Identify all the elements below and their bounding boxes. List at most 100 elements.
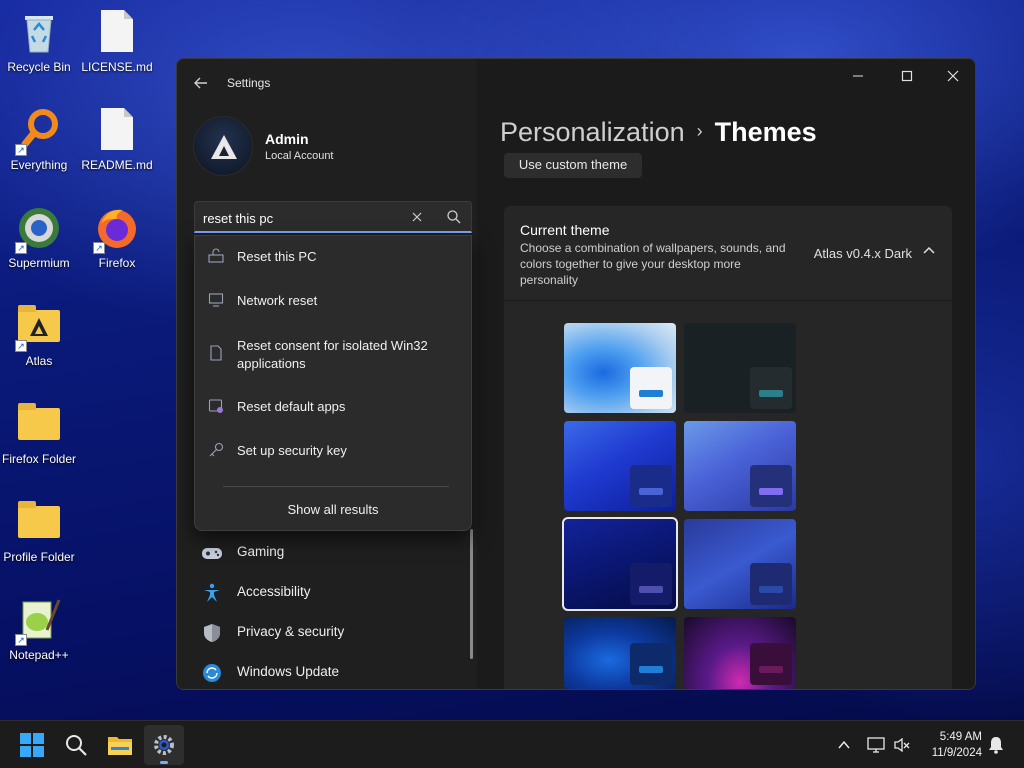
- search-suggestions: Reset this PC Network reset Reset consen…: [194, 235, 472, 531]
- document-icon: [210, 345, 222, 361]
- desktop-icon-label: Firefox Folder: [1, 452, 77, 466]
- start-icon: [20, 733, 44, 757]
- gamepad-icon: [202, 548, 222, 559]
- windows-update-icon: [203, 664, 221, 682]
- taskbar: 5:49 AM 11/9/2024: [0, 720, 1024, 768]
- desktop-icon-readme[interactable]: README.md: [78, 106, 156, 172]
- desktop-icon-label: Notepad++: [9, 648, 69, 662]
- window-title: Settings: [227, 76, 271, 90]
- document-icon: [93, 8, 141, 56]
- taskbar-search-button[interactable]: [56, 725, 96, 765]
- back-button[interactable]: [191, 73, 211, 93]
- theme-thumbnail[interactable]: [564, 617, 676, 689]
- shortcut-arrow-icon: ↗: [15, 144, 27, 156]
- search-icon: [66, 735, 87, 756]
- chevron-up-icon[interactable]: [834, 735, 854, 755]
- desktop-icon-label: Profile Folder: [3, 550, 75, 564]
- desktop-icon-everything[interactable]: ↗ Everything: [0, 106, 78, 172]
- desktop-icon-atlas[interactable]: ↗ Atlas: [0, 302, 78, 368]
- theme-thumbnail[interactable]: [684, 617, 796, 689]
- network-icon[interactable]: [866, 735, 886, 755]
- desktop-icon-firefox[interactable]: ↗ Firefox: [78, 204, 156, 270]
- atlas-folder-icon: ↗: [15, 302, 63, 352]
- settings-search-box: [194, 201, 472, 233]
- settings-search-input[interactable]: [203, 208, 403, 228]
- reset-pc-icon: [208, 248, 224, 263]
- sidebar-item-label: Gaming: [237, 544, 285, 559]
- desktop-icon-recycle-bin[interactable]: Recycle Bin: [0, 8, 78, 74]
- desktop-icon-label: Atlas: [25, 354, 53, 368]
- scrollbar[interactable]: [470, 529, 473, 659]
- default-apps-icon: [208, 399, 223, 413]
- desktop-icon-notepad-plus-plus[interactable]: ↗ Notepad++: [0, 596, 78, 662]
- theme-thumbnail[interactable]: [684, 421, 796, 511]
- desktop-icon-profile-folder[interactable]: Profile Folder: [0, 498, 78, 564]
- close-icon: [947, 70, 959, 82]
- sidebar-item-privacy-security[interactable]: Privacy & security: [201, 621, 461, 645]
- file-explorer-button[interactable]: [100, 725, 140, 765]
- theme-thumbnail[interactable]: [684, 519, 796, 609]
- notification-bell-icon[interactable]: [986, 735, 1006, 755]
- page-title: Themes: [714, 117, 817, 147]
- firefox-icon: ↗: [93, 204, 141, 254]
- theme-thumbnail[interactable]: [564, 323, 676, 413]
- shortcut-arrow-icon: ↗: [15, 634, 27, 646]
- taskbar-clock[interactable]: 5:49 AM 11/9/2024: [932, 729, 982, 761]
- shortcut-arrow-icon: ↗: [15, 242, 27, 254]
- desktop-icon-license[interactable]: LICENSE.md: [78, 8, 156, 74]
- chevron-up-icon[interactable]: [922, 244, 936, 258]
- desktop-icon-label: Everything: [10, 158, 68, 172]
- sidebar-item-label: Privacy & security: [237, 624, 345, 639]
- folder-icon: [15, 498, 63, 546]
- suggestion-label: Set up security key: [237, 443, 347, 458]
- current-theme-value[interactable]: Atlas v0.4.x Dark: [814, 246, 912, 261]
- suggestion-label: Reset this PC: [237, 249, 317, 264]
- clear-search-button[interactable]: [409, 208, 425, 226]
- desktop-icon-label: LICENSE.md: [81, 60, 153, 74]
- theme-thumbnail[interactable]: [564, 421, 676, 511]
- key-icon: [209, 442, 224, 457]
- theme-thumbnail-selected[interactable]: [562, 517, 678, 611]
- notepad-plus-plus-icon: ↗: [15, 596, 63, 646]
- shortcut-arrow-icon: ↗: [15, 340, 27, 352]
- settings-taskbar-button[interactable]: [144, 725, 184, 765]
- start-button[interactable]: [12, 725, 52, 765]
- close-icon: [412, 212, 422, 222]
- minimize-button[interactable]: [837, 65, 879, 87]
- volume-muted-icon[interactable]: [892, 735, 912, 755]
- content-pane: Current theme Choose a combination of wa…: [477, 59, 975, 689]
- user-name: Admin: [265, 131, 309, 147]
- suggestion-label: Network reset: [237, 293, 318, 308]
- sidebar-item-gaming[interactable]: Gaming: [201, 541, 461, 565]
- current-theme-title: Current theme: [520, 222, 610, 238]
- theme-thumbnail[interactable]: [684, 323, 796, 413]
- sidebar-item-accessibility[interactable]: Accessibility: [201, 581, 461, 605]
- settings-window: Current theme Choose a combination of wa…: [176, 58, 976, 690]
- supermium-browser-icon: ↗: [15, 204, 63, 254]
- maximize-icon: [901, 70, 913, 82]
- folder-icon: [15, 400, 63, 448]
- maximize-button[interactable]: [886, 65, 928, 87]
- suggestion-label: Reset consent for isolated Win32 applica…: [237, 338, 428, 371]
- desktop-icon-supermium[interactable]: ↗ Supermium: [0, 204, 78, 270]
- desktop-icon-label: README.md: [81, 158, 153, 172]
- search-icon[interactable]: [445, 208, 463, 226]
- sidebar-item-label: Windows Update: [237, 664, 340, 679]
- desktop-icon-firefox-folder[interactable]: Firefox Folder: [0, 400, 78, 466]
- breadcrumb-parent[interactable]: Personalization: [500, 117, 685, 147]
- use-custom-theme-button[interactable]: Use custom theme: [504, 153, 642, 178]
- show-all-results-link[interactable]: Show all results: [195, 502, 471, 517]
- desktop-icon-label: Supermium: [8, 256, 70, 270]
- accessibility-icon: [204, 583, 220, 602]
- close-button[interactable]: [932, 65, 974, 87]
- recycle-bin-icon: [15, 8, 63, 56]
- breadcrumb: Personalization › Themes: [500, 117, 817, 148]
- sidebar-item-windows-update[interactable]: Windows Update: [201, 661, 461, 685]
- avatar[interactable]: [193, 116, 253, 176]
- shortcut-arrow-icon: ↗: [93, 242, 105, 254]
- everything-search-icon: ↗: [15, 106, 63, 156]
- clock-time: 5:49 AM: [939, 731, 982, 743]
- divider: [223, 486, 449, 487]
- navigation-pane: Settings Admin Local Account Reset this …: [177, 59, 477, 689]
- divider: [504, 300, 952, 301]
